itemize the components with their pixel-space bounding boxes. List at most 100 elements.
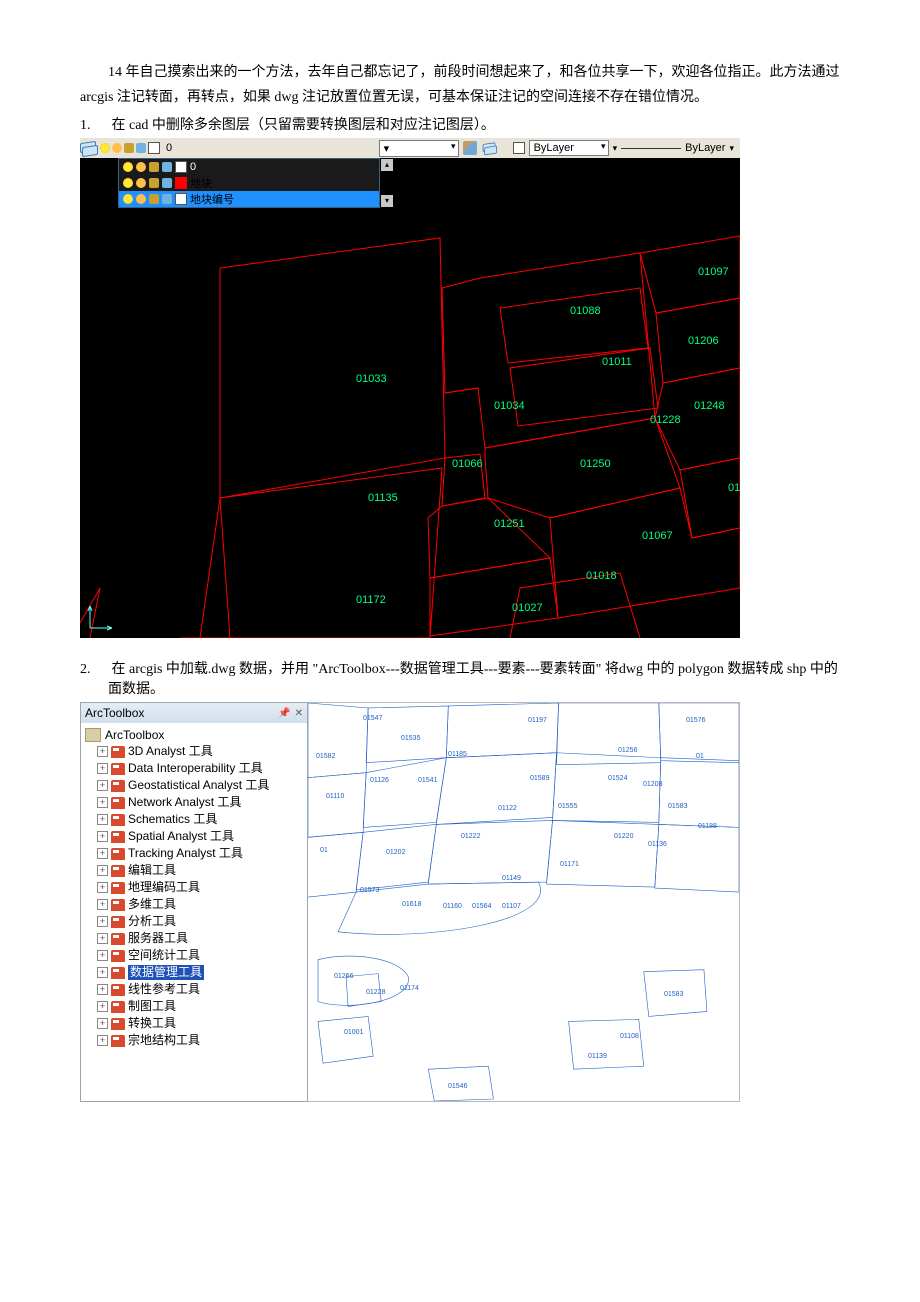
parcel-label: 01583	[664, 991, 683, 998]
toolbox-node[interactable]: + 分析工具	[83, 913, 305, 930]
expand-icon[interactable]: +	[97, 831, 108, 842]
bylayer-color-dropdown[interactable]: ByLayer	[529, 140, 609, 156]
toolbox-node[interactable]: + 宗地结构工具	[83, 1032, 305, 1049]
parcel-label: 01220	[614, 833, 633, 840]
toolbox-node[interactable]: +Schematics 工具	[83, 811, 305, 828]
toolbox-node-label: 空间统计工具	[128, 948, 200, 963]
toolbox-node-label: 3D Analyst 工具	[128, 744, 213, 759]
expand-icon[interactable]: +	[97, 882, 108, 893]
arctoolbox-root[interactable]: ArcToolbox	[83, 727, 305, 743]
toolbox-node[interactable]: +多维工具	[83, 896, 305, 913]
toolbox-node[interactable]: + 转换工具	[83, 1015, 305, 1032]
toolbox-node[interactable]: +3D Analyst 工具	[83, 743, 305, 760]
color-swatch-2[interactable]	[513, 142, 525, 154]
toolbox-icon	[111, 763, 125, 775]
parcel-label: 01172	[356, 594, 386, 606]
step-2-text: 在 arcgis 中加载.dwg 数据，并用 "ArcToolbox---数据管…	[108, 662, 838, 697]
toolbox-node-label: 宗地结构工具	[128, 1033, 200, 1048]
cad-toolbar: 0 ▾ ByLayer ▾ ByLayer ▾	[80, 138, 740, 158]
freeze-icon[interactable]	[136, 143, 146, 153]
toolbox-node[interactable]: +Data Interoperability 工具	[83, 760, 305, 777]
toolbox-root-icon	[85, 728, 101, 742]
toolbox-icon	[111, 797, 125, 809]
step-2-num: 2.	[80, 662, 108, 678]
parcel-label: 01034	[494, 400, 525, 412]
sun-icon[interactable]	[112, 143, 122, 153]
layers-icon2[interactable]	[482, 143, 495, 154]
parcel-label: 01541	[418, 777, 437, 784]
toolbox-node[interactable]: +Geostatistical Analyst 工具	[83, 777, 305, 794]
toolbox-node[interactable]: + Tracking Analyst 工具	[83, 845, 305, 862]
expand-icon[interactable]: +	[97, 984, 108, 995]
expand-icon[interactable]: +	[97, 1001, 108, 1012]
dropdown-caret-icon[interactable]: ▾	[613, 143, 618, 154]
toolbox-node[interactable]: + 线性参考工具	[83, 981, 305, 998]
step-1-num: 1.	[80, 118, 108, 134]
expand-icon[interactable]: +	[97, 899, 108, 910]
parcel-label: 01228	[366, 989, 385, 996]
toolbox-icon	[111, 950, 125, 962]
expand-icon[interactable]: +	[97, 746, 108, 757]
parcel-label: 01011	[602, 356, 632, 368]
parcel-label: 01171	[560, 861, 579, 868]
parcel-label: 01524	[608, 775, 627, 782]
toolbox-node[interactable]: +制图工具	[83, 998, 305, 1015]
expand-icon[interactable]: +	[97, 814, 108, 825]
step-1-text: 在 cad 中删除多余图层（只留需要转换图层和对应注记图层）。	[112, 118, 495, 133]
parcel-label: 01033	[356, 373, 387, 385]
parcel-label: 01110	[326, 793, 344, 800]
layers-icon[interactable]	[80, 141, 96, 155]
expand-icon[interactable]: +	[97, 1018, 108, 1029]
toolbox-node-label: 转换工具	[128, 1016, 176, 1031]
parcel-label: 01160	[443, 903, 462, 910]
expand-icon[interactable]: +	[97, 967, 108, 978]
parcel-label: 01107	[502, 903, 521, 910]
toolbox-node-label: 编辑工具	[128, 863, 176, 878]
pin-icon[interactable]: 📌	[278, 708, 290, 719]
toolbox-icon	[111, 1035, 125, 1047]
parcel-label: 01250	[580, 458, 611, 470]
bulb-icon[interactable]	[100, 143, 110, 153]
parcel-label: 01208	[643, 781, 662, 788]
parcel-label: 01251	[494, 518, 525, 530]
toolbox-node[interactable]: +服务器工具	[83, 930, 305, 947]
lock-icon[interactable]	[124, 143, 134, 153]
brush-icon[interactable]	[463, 141, 477, 155]
parcel-label: 01618	[402, 901, 421, 908]
toolbox-node[interactable]: +地理编码工具	[83, 879, 305, 896]
expand-icon[interactable]: +	[97, 950, 108, 961]
layer-dropdown[interactable]: ▾	[379, 140, 459, 157]
step-2: 2. 在 arcgis 中加载.dwg 数据，并用 "ArcToolbox---…	[80, 658, 840, 698]
cad-screenshot: 0 ▾ ByLayer ▾ ByLayer ▾ ▴ ▾ 0地块地块编号	[80, 138, 740, 638]
toolbox-node[interactable]: + 编辑工具	[83, 862, 305, 879]
toolbox-node[interactable]: + 空间统计工具	[83, 947, 305, 964]
expand-icon[interactable]: +	[97, 916, 108, 927]
expand-icon[interactable]: +	[97, 933, 108, 944]
arcgis-map-svg	[308, 703, 739, 1101]
arctoolbox-root-label: ArcToolbox	[105, 728, 164, 742]
toolbox-node-label: 分析工具	[128, 914, 176, 929]
parcel-label: 01256	[618, 747, 637, 754]
toolbox-node[interactable]: +数据管理工具	[83, 964, 305, 981]
expand-icon[interactable]: +	[97, 865, 108, 876]
toolbox-node-label: 线性参考工具	[128, 982, 200, 997]
toolbox-node[interactable]: +Spatial Analyst 工具	[83, 828, 305, 845]
toolbox-node-label: Tracking Analyst 工具	[128, 846, 243, 861]
parcel-label: 01228	[650, 414, 681, 426]
expand-icon[interactable]: +	[97, 848, 108, 859]
parcel-label: 01555	[558, 803, 577, 810]
parcel-label: 01	[320, 847, 328, 854]
arctoolbox-tree[interactable]: ArcToolbox +3D Analyst 工具+Data Interoper…	[81, 723, 307, 1101]
toolbox-node[interactable]: +Network Analyst 工具	[83, 794, 305, 811]
expand-icon[interactable]: +	[97, 763, 108, 774]
parcel-label: 01197	[528, 717, 547, 724]
expand-icon[interactable]: +	[97, 1035, 108, 1046]
expand-icon[interactable]: +	[97, 780, 108, 791]
color-swatch[interactable]	[148, 142, 160, 154]
dropdown-caret-icon-2[interactable]: ▾	[729, 143, 734, 154]
close-icon[interactable]: ✕	[295, 708, 303, 719]
arcgis-map-view[interactable]: 0154701197015760153501256015820118501011…	[308, 702, 740, 1102]
parcel-label: 01018	[586, 570, 617, 582]
expand-icon[interactable]: +	[97, 797, 108, 808]
toolbox-icon	[111, 780, 125, 792]
